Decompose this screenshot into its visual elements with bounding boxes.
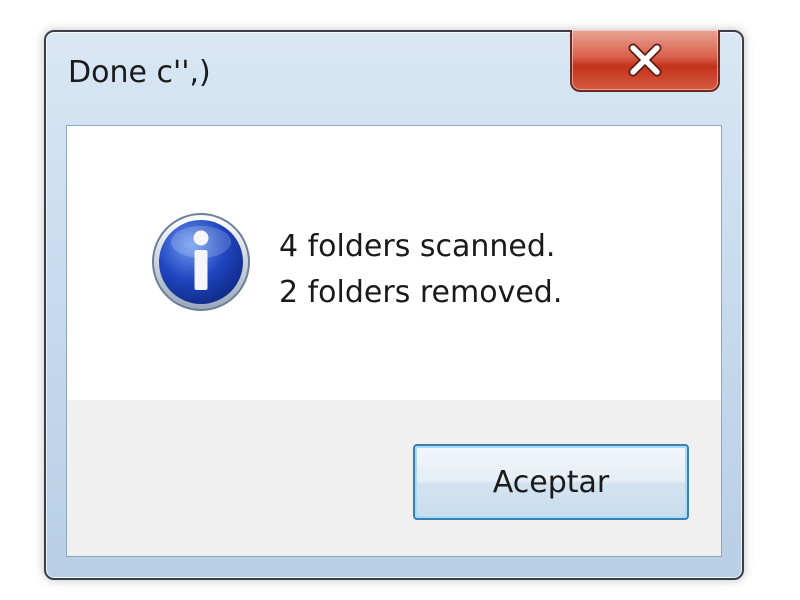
close-x-icon <box>628 43 662 77</box>
message-line-scanned: 4 folders scanned. <box>279 229 556 264</box>
message-dialog-window: Done c'',) 4 folders scanned. 2 folders … <box>44 30 744 580</box>
info-icon <box>152 213 250 311</box>
message-line-removed: 2 folders removed. <box>279 275 563 310</box>
dialog-client-area: 4 folders scanned. 2 folders removed. Ac… <box>66 125 722 557</box>
window-title: Done c'',) <box>68 55 211 90</box>
close-button[interactable] <box>570 30 720 92</box>
message-area: 4 folders scanned. 2 folders removed. <box>67 126 721 400</box>
message-text: 4 folders scanned. 2 folders removed. <box>279 224 562 316</box>
ok-button[interactable]: Aceptar <box>413 444 689 520</box>
